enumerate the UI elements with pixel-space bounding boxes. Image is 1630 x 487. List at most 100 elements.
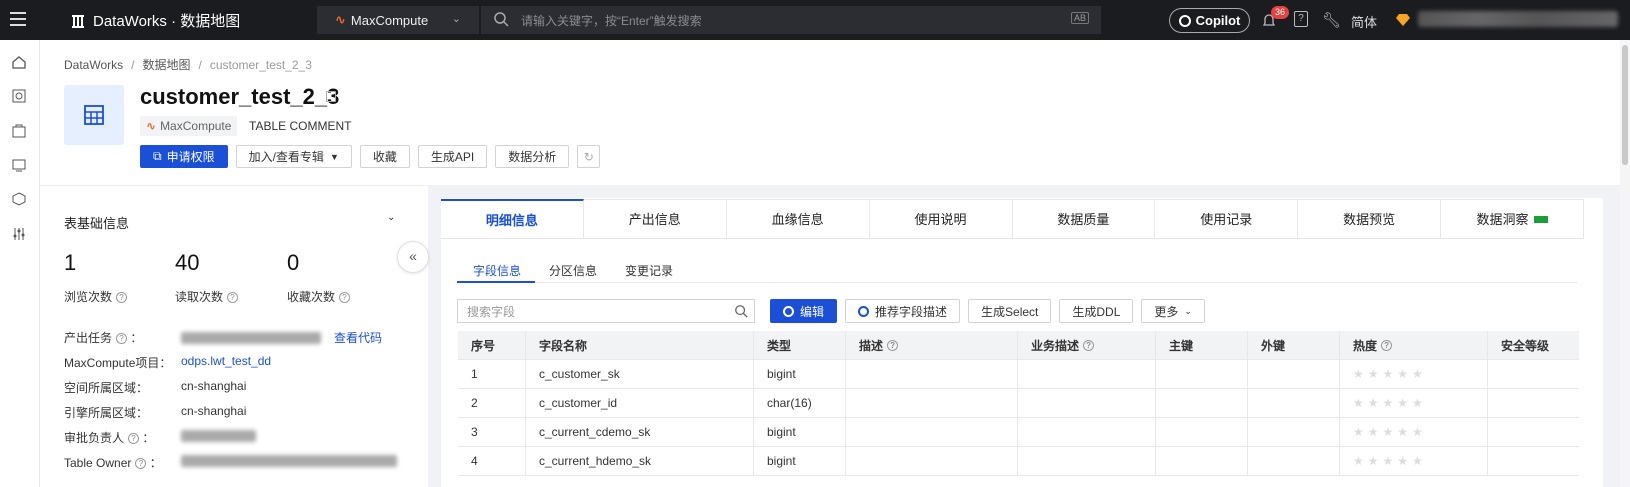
edit-label: 编辑: [800, 304, 825, 319]
row-index: 2: [458, 389, 526, 417]
table-row[interactable]: 4 c_current_hdemo_sk bigint ★★★★★: [458, 447, 1579, 476]
table-row[interactable]: 3 c_current_cdemo_sk bigint ★★★★★: [458, 418, 1579, 447]
generate-api-button[interactable]: 生成API: [417, 145, 488, 168]
row-desc: [846, 418, 1018, 446]
cube-icon[interactable]: [11, 191, 27, 207]
col-pk: 主键: [1156, 331, 1248, 359]
generate-ddl-button[interactable]: 生成DDL: [1059, 299, 1134, 323]
chevron-down-icon: ⌄: [451, 13, 461, 25]
page-title: customer_test_2_3: [140, 84, 340, 109]
copilot-label: Copilot: [1195, 13, 1241, 28]
favorite-button[interactable]: 收藏: [359, 145, 410, 168]
data-analysis-button[interactable]: 数据分析: [495, 145, 570, 168]
language-switch[interactable]: 简体: [1351, 12, 1377, 31]
field-search-input[interactable]: 搜索字段: [457, 299, 755, 323]
col-type: 类型: [754, 331, 846, 359]
project-link[interactable]: odps.lwt_test_dd: [181, 354, 271, 368]
question-icon[interactable]: ?: [128, 433, 140, 444]
edit-button[interactable]: 编辑: [770, 299, 838, 323]
question-icon[interactable]: ?: [227, 292, 239, 303]
settings-sliders-icon[interactable]: [11, 226, 27, 242]
subtab-changes[interactable]: 变更记录: [611, 262, 687, 283]
view-count: 1: [64, 250, 77, 275]
tab-usage-notes[interactable]: 使用说明: [869, 199, 1013, 238]
page-scrollbar[interactable]: [1620, 40, 1630, 487]
recommend-description-button[interactable]: 推荐字段描述: [845, 299, 961, 323]
field-search-placeholder: 搜索字段: [467, 304, 516, 319]
row-desc: [846, 389, 1018, 417]
row-security: [1488, 360, 1579, 388]
tab-usage-records[interactable]: 使用记录: [1155, 199, 1299, 238]
engine-tag: ∿ MaxCompute: [140, 116, 238, 136]
chevron-down-icon: ▼: [329, 151, 339, 162]
home-icon[interactable]: [11, 54, 27, 70]
generate-select-button[interactable]: 生成Select: [968, 299, 1052, 323]
row-field-name: c_current_cdemo_sk: [526, 418, 754, 446]
tab-preview[interactable]: 数据预览: [1298, 199, 1442, 238]
tab-quality[interactable]: 数据质量: [1012, 199, 1156, 238]
subtab-fields[interactable]: 字段信息: [457, 262, 536, 283]
menu-icon[interactable]: [10, 12, 26, 26]
breadcrumb-dataworks[interactable]: DataWorks: [64, 58, 123, 72]
question-icon[interactable]: ?: [116, 333, 128, 344]
breadcrumb-datamap[interactable]: 数据地图: [142, 58, 190, 72]
global-search-input[interactable]: 请输入关键字，按“Enter”触发搜索 AB: [481, 6, 1101, 34]
wrench-icon[interactable]: 🔧︎: [1322, 11, 1341, 29]
row-field-name: c_customer_sk: [526, 360, 754, 388]
product-selector[interactable]: ∿ MaxCompute ⌄: [317, 6, 479, 34]
row-pk: [1156, 360, 1248, 388]
tab-detail[interactable]: 明细信息: [441, 199, 584, 238]
favorite-count-label: 收藏次数?: [287, 288, 351, 305]
row-fk: [1248, 447, 1340, 475]
search-placeholder: 请输入关键字，按“Enter”触发搜索: [521, 13, 702, 28]
table-row[interactable]: 1 c_customer_sk bigint ★★★★★: [458, 360, 1579, 389]
subtab-partitions[interactable]: 分区信息: [535, 262, 611, 283]
tab-insight[interactable]: 数据洞察: [1441, 199, 1584, 238]
search-data-icon[interactable]: [11, 88, 27, 104]
user-account-blurred[interactable]: [1418, 11, 1618, 27]
album-button[interactable]: 加入/查看专辑 ▼: [235, 145, 352, 168]
refresh-icon[interactable]: ↻: [577, 145, 601, 168]
row-pk: [1156, 418, 1248, 446]
breadcrumb-current: customer_test_2_3: [209, 58, 312, 72]
brand[interactable]: DataWorks · 数据地图: [70, 10, 240, 31]
row-pk: [1156, 389, 1248, 417]
chevron-down-icon[interactable]: ⌄: [387, 212, 395, 223]
owner-blurred: [181, 455, 397, 467]
more-label: 更多: [1154, 304, 1179, 319]
question-icon[interactable]: ?: [887, 339, 899, 351]
view-code-link[interactable]: 查看代码: [334, 331, 382, 345]
row-index: 4: [458, 447, 526, 475]
row-type: bigint: [754, 447, 846, 475]
row-desc: [846, 360, 1018, 388]
apply-permission-button[interactable]: ⧉ 申请权限: [140, 145, 228, 168]
row-field-name: c_customer_id: [526, 389, 754, 417]
tab-insight-label: 数据洞察: [1476, 212, 1529, 227]
copy-icon[interactable]: [326, 91, 336, 102]
copilot-button[interactable]: Copilot: [1169, 8, 1250, 33]
album-icon[interactable]: [11, 123, 27, 139]
help-icon[interactable]: ?: [1294, 11, 1308, 27]
row-index: 1: [458, 360, 526, 388]
tab-output[interactable]: 产出信息: [583, 199, 727, 238]
heat-stars: ★★★★★: [1340, 360, 1488, 388]
question-icon[interactable]: ?: [116, 292, 128, 303]
question-icon[interactable]: ?: [1381, 339, 1393, 351]
question-icon[interactable]: ?: [339, 292, 351, 303]
more-button[interactable]: 更多 ⌄: [1141, 299, 1205, 323]
edit-ai-icon: [783, 305, 794, 317]
copilot-icon: [1178, 14, 1191, 27]
table-row[interactable]: 2 c_customer_id char(16) ★★★★★: [458, 389, 1579, 418]
tab-lineage[interactable]: 血缘信息: [726, 199, 870, 238]
row-pk: [1156, 447, 1248, 475]
row-type: char(16): [754, 389, 846, 417]
col-index: 序号: [458, 331, 526, 359]
product-label: MaxCompute: [350, 12, 429, 28]
row-security: [1488, 389, 1579, 417]
question-icon[interactable]: ?: [135, 458, 147, 469]
monitor-icon[interactable]: [11, 157, 27, 173]
collapse-panel-button[interactable]: «: [397, 241, 429, 273]
external-link-icon: ⧉: [153, 149, 162, 163]
question-icon[interactable]: ?: [1083, 339, 1095, 351]
row-index: 3: [458, 418, 526, 446]
